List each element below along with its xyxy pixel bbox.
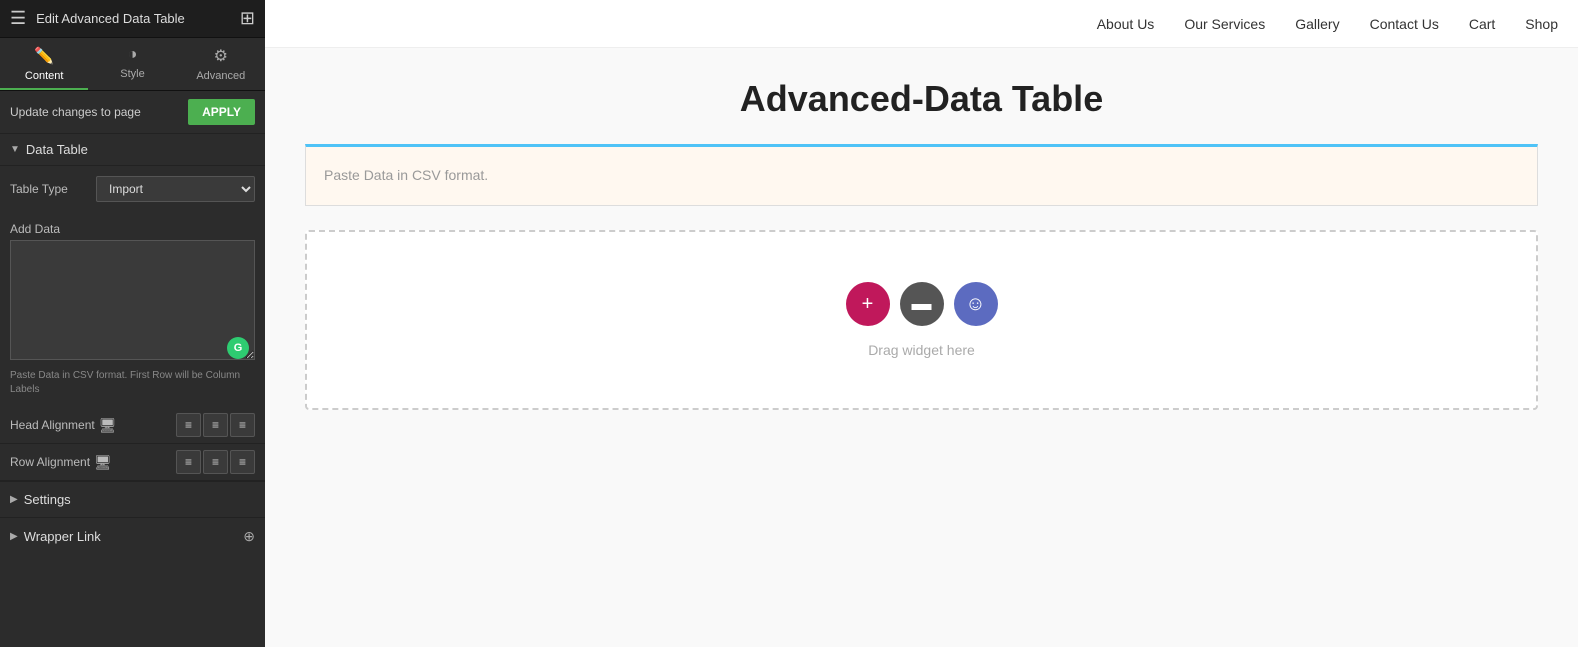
row-align-center-btn[interactable]: ≡ xyxy=(203,450,228,474)
data-table-section-title: Data Table xyxy=(26,142,88,157)
layout-icon[interactable]: ▬ xyxy=(900,282,944,326)
row-align-left-btn[interactable]: ≡ xyxy=(176,450,201,474)
content-tab-icon: ✏️ xyxy=(34,46,54,66)
form-section: Table Type Import Manual CSV xyxy=(0,166,265,222)
settings-header-left: ▶ Settings xyxy=(10,492,71,507)
wrapper-arrow-icon: ▶ xyxy=(10,531,18,542)
add-widget-icon[interactable]: + xyxy=(846,282,890,326)
row-align-right-btn[interactable]: ≡ xyxy=(230,450,255,474)
grammarly-button[interactable]: G xyxy=(227,337,249,359)
nav-bar: About Us Our Services Gallery Contact Us… xyxy=(265,0,1578,48)
nav-gallery[interactable]: Gallery xyxy=(1295,16,1339,32)
settings-arrow-icon: ▶ xyxy=(10,494,18,505)
row-monitor-icon: 🖥 xyxy=(94,454,112,471)
top-bar: ☰ Edit Advanced Data Table ⊞ xyxy=(0,0,265,38)
head-align-center-btn[interactable]: ≡ xyxy=(203,413,228,437)
update-label: Update changes to page xyxy=(10,105,141,119)
settings-title: Settings xyxy=(24,492,71,507)
style-tab-label: Style xyxy=(120,68,144,80)
apply-button[interactable]: APPLY xyxy=(188,99,255,125)
menu-icon[interactable]: ☰ xyxy=(10,8,26,29)
nav-cart[interactable]: Cart xyxy=(1469,16,1495,32)
right-panel: About Us Our Services Gallery Contact Us… xyxy=(265,0,1578,647)
content-area: Advanced-Data Table Paste Data in CSV fo… xyxy=(265,48,1578,647)
wrapper-link-title: Wrapper Link xyxy=(24,529,101,544)
drop-zone-icons: + ▬ ☺ xyxy=(846,282,998,326)
add-data-textarea[interactable] xyxy=(10,240,255,360)
nav-our-services[interactable]: Our Services xyxy=(1184,16,1265,32)
update-bar: Update changes to page APPLY xyxy=(0,91,265,134)
tab-content[interactable]: ✏️ Content xyxy=(0,38,88,90)
tab-style[interactable]: ◑ Style xyxy=(88,38,176,90)
nav-contact-us[interactable]: Contact Us xyxy=(1370,16,1439,32)
tab-advanced[interactable]: ⚙ Advanced xyxy=(177,38,265,90)
style-tab-icon: ◑ xyxy=(128,46,138,64)
wrapper-link-header[interactable]: ▶ Wrapper Link ⊕ xyxy=(10,528,255,545)
row-alignment-row: Row Alignment 🖥 ≡ ≡ ≡ xyxy=(0,444,265,481)
head-align-left-btn[interactable]: ≡ xyxy=(176,413,201,437)
wrapper-link-section[interactable]: ▶ Wrapper Link ⊕ xyxy=(0,517,265,555)
nav-about-us[interactable]: About Us xyxy=(1097,16,1155,32)
page-title: Advanced-Data Table xyxy=(305,78,1538,120)
grid-icon[interactable]: ⊞ xyxy=(240,8,255,29)
settings-section-header[interactable]: ▶ Settings xyxy=(10,492,255,507)
tabs-bar: ✏️ Content ◑ Style ⚙ Advanced xyxy=(0,38,265,91)
wrapper-link-icon: ⊕ xyxy=(243,528,255,545)
left-panel: ☰ Edit Advanced Data Table ⊞ ✏️ Content … xyxy=(0,0,265,647)
row-alignment-buttons: ≡ ≡ ≡ xyxy=(176,450,255,474)
head-monitor-icon: 🖥 xyxy=(99,417,117,434)
advanced-tab-icon: ⚙ xyxy=(214,46,228,66)
head-alignment-label: Head Alignment 🖥 xyxy=(10,417,170,434)
csv-placeholder: Paste Data in CSV format. xyxy=(324,167,488,183)
row-alignment-text: Row Alignment xyxy=(10,455,90,469)
add-data-label: Add Data xyxy=(0,222,265,240)
head-alignment-buttons: ≡ ≡ ≡ xyxy=(176,413,255,437)
section-arrow-icon: ▼ xyxy=(10,144,20,155)
drop-zone[interactable]: + ▬ ☺ Drag widget here xyxy=(305,230,1538,410)
table-type-label: Table Type xyxy=(10,182,90,196)
table-type-row: Table Type Import Manual CSV xyxy=(10,176,255,202)
head-alignment-row: Head Alignment 🖥 ≡ ≡ ≡ xyxy=(0,407,265,444)
panel-title: Edit Advanced Data Table xyxy=(36,11,230,26)
advanced-tab-label: Advanced xyxy=(196,70,245,82)
settings-section[interactable]: ▶ Settings xyxy=(0,481,265,517)
add-data-wrapper: G xyxy=(10,240,255,365)
csv-area[interactable]: Paste Data in CSV format. xyxy=(305,144,1538,206)
apps-icon[interactable]: ☺ xyxy=(954,282,998,326)
data-table-section-header[interactable]: ▼ Data Table xyxy=(0,134,265,166)
head-alignment-text: Head Alignment xyxy=(10,418,95,432)
head-align-right-btn[interactable]: ≡ xyxy=(230,413,255,437)
add-data-hint: Paste Data in CSV format. First Row will… xyxy=(0,365,265,407)
row-alignment-label: Row Alignment 🖥 xyxy=(10,454,170,471)
drag-widget-label: Drag widget here xyxy=(868,342,975,358)
table-type-select[interactable]: Import Manual CSV xyxy=(96,176,255,202)
content-tab-label: Content xyxy=(25,70,64,82)
nav-shop[interactable]: Shop xyxy=(1525,16,1558,32)
wrapper-link-header-left: ▶ Wrapper Link xyxy=(10,529,101,544)
